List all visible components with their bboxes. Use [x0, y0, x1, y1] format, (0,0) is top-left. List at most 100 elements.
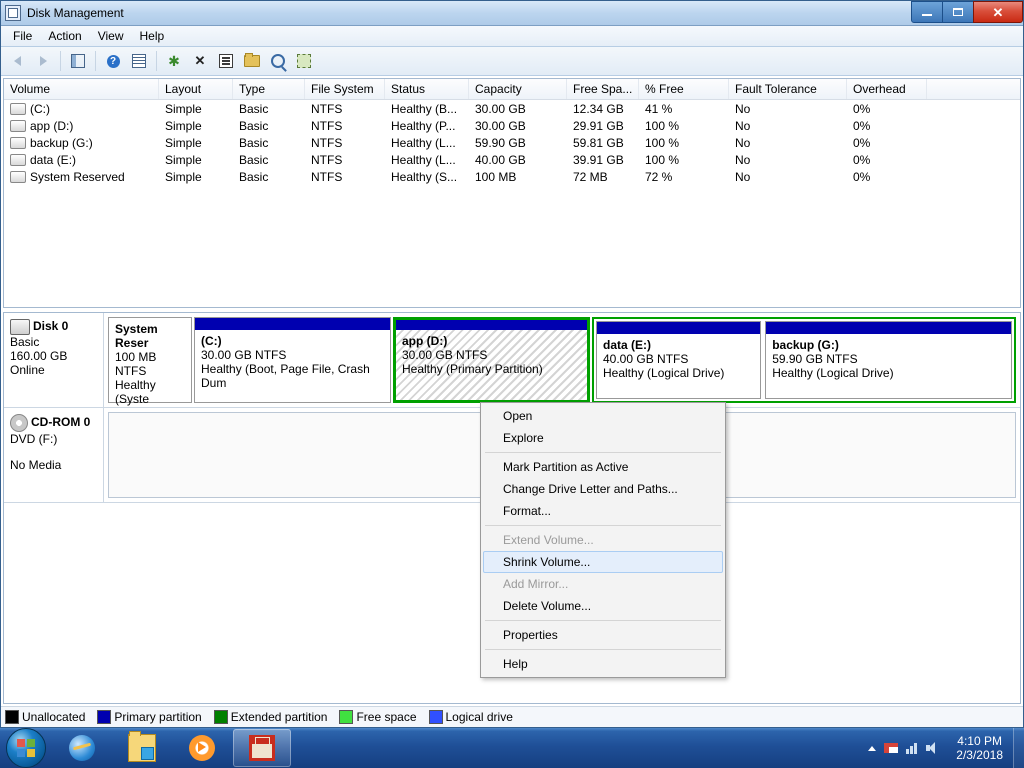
volume-list[interactable]: Volume Layout Type File System Status Ca… — [3, 78, 1021, 308]
col-freespace[interactable]: Free Spa... — [567, 79, 639, 99]
network-icon[interactable] — [906, 742, 918, 754]
cdrom-icon — [10, 414, 28, 432]
part-name: data (E:) — [603, 338, 651, 352]
cdrom-label[interactable]: CD-ROM 0 DVD (F:) No Media — [4, 408, 104, 502]
window-title: Disk Management — [25, 6, 912, 20]
col-status[interactable]: Status — [385, 79, 469, 99]
taskbar-ie[interactable] — [53, 729, 111, 767]
volume-row[interactable]: (C:)SimpleBasicNTFSHealthy (B...30.00 GB… — [4, 100, 1020, 117]
disk-size: 160.00 GB — [10, 349, 97, 363]
legend-extended: Extended partition — [214, 710, 328, 724]
maximize-button[interactable] — [942, 1, 974, 23]
menu-help[interactable]: Help — [132, 27, 173, 45]
delete-button[interactable]: ✕ — [188, 49, 212, 73]
taskbar-mediaplayer[interactable] — [173, 729, 231, 767]
menu-file[interactable]: File — [5, 27, 40, 45]
find-button[interactable] — [266, 49, 290, 73]
menu-view[interactable]: View — [90, 27, 132, 45]
disk-icon — [10, 319, 30, 335]
explorer-icon — [128, 734, 156, 762]
clock-time: 4:10 PM — [956, 734, 1003, 748]
properties-button[interactable] — [214, 49, 238, 73]
col-volume[interactable]: Volume — [4, 79, 159, 99]
minimize-button[interactable] — [911, 1, 943, 23]
tray-icons — [860, 742, 946, 754]
partition-d-selected[interactable]: app (D:) 30.00 GB NTFS Healthy (Primary … — [393, 317, 590, 403]
taskbar[interactable]: 4:10 PM 2/3/2018 — [0, 728, 1024, 768]
cm-properties[interactable]: Properties — [483, 624, 723, 646]
cm-add-mirror[interactable]: Add Mirror... — [483, 573, 723, 595]
cm-open[interactable]: Open — [483, 405, 723, 427]
open-button[interactable] — [240, 49, 264, 73]
col-capacity[interactable]: Capacity — [469, 79, 567, 99]
disk-0-partitions: System Reser 100 MB NTFS Healthy (Syste … — [104, 313, 1020, 407]
part-status: Healthy (Primary Partition) — [402, 362, 543, 376]
extended-partition-container: data (E:) 40.00 GB NTFS Healthy (Logical… — [592, 317, 1016, 403]
back-button[interactable] — [5, 49, 29, 73]
partition-system-reserved[interactable]: System Reser 100 MB NTFS Healthy (Syste — [108, 317, 192, 403]
part-status: Healthy (Logical Drive) — [603, 366, 724, 380]
context-menu[interactable]: Open Explore Mark Partition as Active Ch… — [480, 402, 726, 678]
disk-0-label[interactable]: Disk 0 Basic 160.00 GB Online — [4, 313, 104, 407]
cm-delete-volume[interactable]: Delete Volume... — [483, 595, 723, 617]
start-button[interactable] — [6, 728, 46, 768]
part-size: 100 MB NTFS — [115, 350, 156, 378]
forward-button[interactable] — [31, 49, 55, 73]
cdrom-type: DVD (F:) — [10, 432, 97, 446]
part-size: 30.00 GB NTFS — [402, 348, 487, 362]
cm-shrink-volume[interactable]: Shrink Volume... — [483, 551, 723, 573]
show-hide-console-button[interactable] — [66, 49, 90, 73]
menubar: File Action View Help — [1, 26, 1023, 47]
tray-show-hidden-icon[interactable] — [868, 746, 876, 751]
volume-list-header[interactable]: Volume Layout Type File System Status Ca… — [4, 79, 1020, 100]
close-button[interactable]: ✕ — [973, 1, 1023, 23]
clock[interactable]: 4:10 PM 2/3/2018 — [946, 734, 1013, 762]
volume-row[interactable]: System ReservedSimpleBasicNTFSHealthy (S… — [4, 168, 1020, 185]
cm-separator — [485, 452, 721, 453]
col-fault[interactable]: Fault Tolerance — [729, 79, 847, 99]
clock-date: 2/3/2018 — [956, 748, 1003, 762]
toolbar-separator — [60, 51, 61, 71]
partition-e[interactable]: data (E:) 40.00 GB NTFS Healthy (Logical… — [596, 321, 761, 399]
titlebar[interactable]: Disk Management ✕ — [1, 1, 1023, 26]
ie-icon — [69, 735, 95, 761]
legend-unallocated: Unallocated — [5, 710, 85, 724]
show-desktop-button[interactable] — [1013, 728, 1024, 768]
help-button[interactable]: ? — [101, 49, 125, 73]
legend-free: Free space — [339, 710, 416, 724]
col-layout[interactable]: Layout — [159, 79, 233, 99]
action-center-icon[interactable] — [884, 743, 898, 753]
taskbar-diskmgmt[interactable] — [233, 729, 291, 767]
cm-change-drive-letter[interactable]: Change Drive Letter and Paths... — [483, 478, 723, 500]
menu-action[interactable]: Action — [40, 27, 89, 45]
cm-separator — [485, 525, 721, 526]
refresh-button[interactable]: ✱ — [162, 49, 186, 73]
cm-format[interactable]: Format... — [483, 500, 723, 522]
volume-row[interactable]: app (D:)SimpleBasicNTFSHealthy (P...30.0… — [4, 117, 1020, 134]
volume-row[interactable]: backup (G:)SimpleBasicNTFSHealthy (L...5… — [4, 134, 1020, 151]
list-button[interactable] — [127, 49, 151, 73]
part-status: Healthy (Logical Drive) — [772, 366, 893, 380]
part-name: app (D:) — [402, 334, 447, 348]
taskbar-explorer[interactable] — [113, 729, 171, 767]
settings-button[interactable] — [292, 49, 316, 73]
partition-c[interactable]: (C:) 30.00 GB NTFS Healthy (Boot, Page F… — [194, 317, 391, 403]
volume-row[interactable]: data (E:)SimpleBasicNTFSHealthy (L...40.… — [4, 151, 1020, 168]
part-name: System Reser — [115, 322, 158, 350]
col-type[interactable]: Type — [233, 79, 305, 99]
cm-extend-volume[interactable]: Extend Volume... — [483, 529, 723, 551]
volume-icon[interactable] — [926, 742, 938, 754]
drive-icon — [10, 137, 26, 149]
partition-header — [195, 318, 390, 330]
cm-mark-active[interactable]: Mark Partition as Active — [483, 456, 723, 478]
cm-separator — [485, 649, 721, 650]
col-filesystem[interactable]: File System — [305, 79, 385, 99]
col-overhead[interactable]: Overhead — [847, 79, 927, 99]
col-pctfree[interactable]: % Free — [639, 79, 729, 99]
cm-explore[interactable]: Explore — [483, 427, 723, 449]
cdrom-state: No Media — [10, 458, 97, 472]
cm-help[interactable]: Help — [483, 653, 723, 675]
cm-separator — [485, 620, 721, 621]
part-name: backup (G:) — [772, 338, 839, 352]
partition-g[interactable]: backup (G:) 59.90 GB NTFS Healthy (Logic… — [765, 321, 1012, 399]
